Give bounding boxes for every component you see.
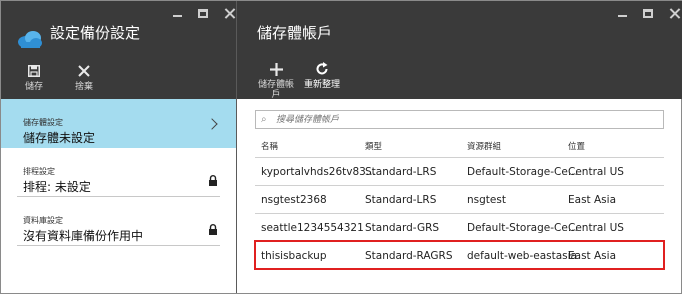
- cell-type: Standard-GRS: [365, 222, 440, 234]
- minimize-icon: [617, 15, 627, 17]
- column-header-resource-group[interactable]: 資源群組: [467, 140, 501, 152]
- search-icon: ⌕: [261, 114, 267, 125]
- left-window-controls: [171, 7, 235, 19]
- cloud-icon: [18, 31, 42, 48]
- refresh-button[interactable]: 重新整理: [304, 61, 340, 90]
- cell-location: East Asia: [568, 194, 616, 206]
- storage-accounts-blade: 儲存體帳戶 儲存體帳 戶 重新整理 ⌕ 名稱 類型 資源群組 位置 kyport…: [236, 1, 682, 293]
- maximize-button[interactable]: [642, 7, 654, 19]
- cell-name: nsgtest2368: [261, 194, 327, 206]
- storage-accounts-table: 名稱 類型 資源群組 位置 kyportalvhds26tv83... Stan…: [254, 137, 665, 270]
- storage-settings-label: 儲存體設定: [23, 118, 63, 127]
- cell-type: Standard-RAGRS: [365, 250, 453, 262]
- schedule-settings-item[interactable]: 排程設定 排程: 未設定: [1, 148, 236, 197]
- table-row[interactable]: kyportalvhds26tv83... Standard-LRS Defau…: [255, 157, 664, 185]
- minimize-icon: [172, 15, 182, 17]
- search-input[interactable]: [256, 111, 663, 128]
- column-header-type[interactable]: 類型: [365, 140, 382, 152]
- cell-location: Central US: [568, 222, 624, 234]
- table-row[interactable]: nsgtest2368 Standard-LRS nsgtest East As…: [255, 185, 664, 213]
- column-header-location[interactable]: 位置: [568, 140, 585, 152]
- save-icon: [28, 63, 40, 79]
- close-icon: [669, 8, 680, 19]
- close-button[interactable]: [223, 7, 235, 19]
- close-button[interactable]: [668, 7, 680, 19]
- chevron-right-icon: [206, 118, 218, 130]
- lock-icon: [209, 175, 217, 186]
- maximize-icon: [643, 8, 653, 18]
- settings-list: 儲存體設定 儲存體未設定 排程設定 排程: 未設定 資料庫設定 沒有資料庫備份作…: [1, 99, 236, 246]
- table-row-highlighted[interactable]: thisisbackup Standard-RAGRS default-web-…: [254, 240, 665, 270]
- cell-resource-group: default-web-eastasia: [467, 250, 577, 262]
- search-box[interactable]: ⌕: [255, 110, 664, 129]
- minimize-button[interactable]: [171, 7, 183, 19]
- discard-icon: [78, 63, 90, 79]
- cell-type: Standard-LRS: [365, 166, 437, 178]
- lock-icon: [209, 224, 217, 235]
- right-window-controls: [616, 7, 680, 19]
- discard-label: 捨棄: [75, 82, 94, 92]
- minimize-button[interactable]: [616, 7, 628, 19]
- cell-resource-group: nsgtest: [467, 194, 506, 206]
- refresh-icon: [315, 61, 329, 77]
- cell-resource-group: Default-Storage-Ce...: [467, 166, 578, 178]
- schedule-settings-value: 排程: 未設定: [23, 180, 91, 194]
- table-header: 名稱 類型 資源群組 位置: [255, 137, 664, 157]
- cell-location: Central US: [568, 166, 624, 178]
- blade-title: 儲存體帳戶: [257, 24, 333, 42]
- add-storage-account-label: 儲存體帳 戶: [258, 80, 295, 100]
- table-row[interactable]: seattle1234554321 Standard-GRS Default-S…: [255, 213, 664, 241]
- maximize-button[interactable]: [197, 7, 209, 19]
- cell-type: Standard-LRS: [365, 194, 437, 206]
- save-button[interactable]: 儲存: [25, 63, 43, 92]
- backup-settings-header: 設定備份設定 儲存 捨棄: [1, 1, 236, 99]
- cell-location: East Asia: [568, 250, 616, 262]
- database-settings-value: 沒有資料庫備份作用中: [23, 229, 144, 243]
- cell-name: thisisbackup: [261, 250, 327, 262]
- storage-accounts-header: 儲存體帳戶 儲存體帳 戶 重新整理: [237, 1, 682, 100]
- cell-name: kyportalvhds26tv83...: [261, 166, 376, 178]
- column-header-name[interactable]: 名稱: [261, 140, 278, 152]
- close-icon: [224, 8, 235, 19]
- maximize-icon: [198, 8, 208, 18]
- database-settings-label: 資料庫設定: [23, 216, 63, 225]
- cell-resource-group: Default-Storage-Ce...: [467, 222, 578, 234]
- divider: [17, 245, 220, 246]
- add-icon: [269, 61, 283, 77]
- storage-settings-item[interactable]: 儲存體設定 儲存體未設定: [1, 99, 236, 148]
- cell-name: seattle1234554321: [261, 222, 364, 234]
- discard-button[interactable]: 捨棄: [75, 63, 93, 92]
- storage-settings-value: 儲存體未設定: [23, 131, 96, 145]
- refresh-label: 重新整理: [304, 80, 341, 90]
- add-storage-account-button[interactable]: 儲存體帳 戶: [258, 61, 294, 100]
- save-label: 儲存: [25, 82, 44, 92]
- blade-title: 設定備份設定: [50, 24, 141, 42]
- backup-settings-blade: 設定備份設定 儲存 捨棄 儲存體設定 儲存體未設定 排程設定 排程: 未設定 資…: [1, 1, 236, 293]
- schedule-settings-label: 排程設定: [23, 167, 55, 176]
- database-settings-item[interactable]: 資料庫設定 沒有資料庫備份作用中: [1, 197, 236, 246]
